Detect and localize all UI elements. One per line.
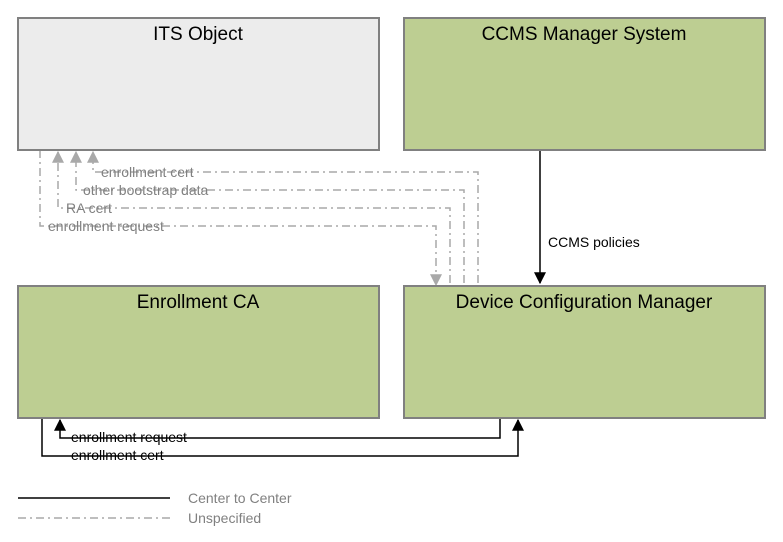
edge-label-enrollment-request-bottom: enrollment request xyxy=(71,429,187,445)
box-label-its-object: ITS Object xyxy=(153,24,243,45)
box-its-object: ITS Object xyxy=(18,18,379,150)
edge-label-enrollment-cert-bottom: enrollment cert xyxy=(71,447,164,463)
edge-label-ccms-policies: CCMS policies xyxy=(548,234,640,250)
box-ccms-manager: CCMS Manager System xyxy=(404,18,765,150)
edge-label-other-bootstrap-data: other bootstrap data xyxy=(83,182,209,198)
box-label-enrollment-ca: Enrollment CA xyxy=(137,292,260,313)
legend-label-unspecified: Unspecified xyxy=(188,510,261,526)
edge-label-ra-cert: RA cert xyxy=(66,200,112,216)
edge-label-enrollment-request-top: enrollment request xyxy=(48,218,164,234)
architecture-diagram: CCMS policies enrollment request enrollm… xyxy=(0,0,783,542)
legend: Center to Center Unspecified xyxy=(18,490,292,526)
legend-label-c2c: Center to Center xyxy=(188,490,292,506)
box-label-ccms-manager: CCMS Manager System xyxy=(482,24,687,45)
edge-label-enrollment-cert-top: enrollment cert xyxy=(101,164,194,180)
box-label-dcm: Device Configuration Manager xyxy=(456,292,713,313)
box-dcm: Device Configuration Manager xyxy=(404,286,765,418)
box-enrollment-ca: Enrollment CA xyxy=(18,286,379,418)
